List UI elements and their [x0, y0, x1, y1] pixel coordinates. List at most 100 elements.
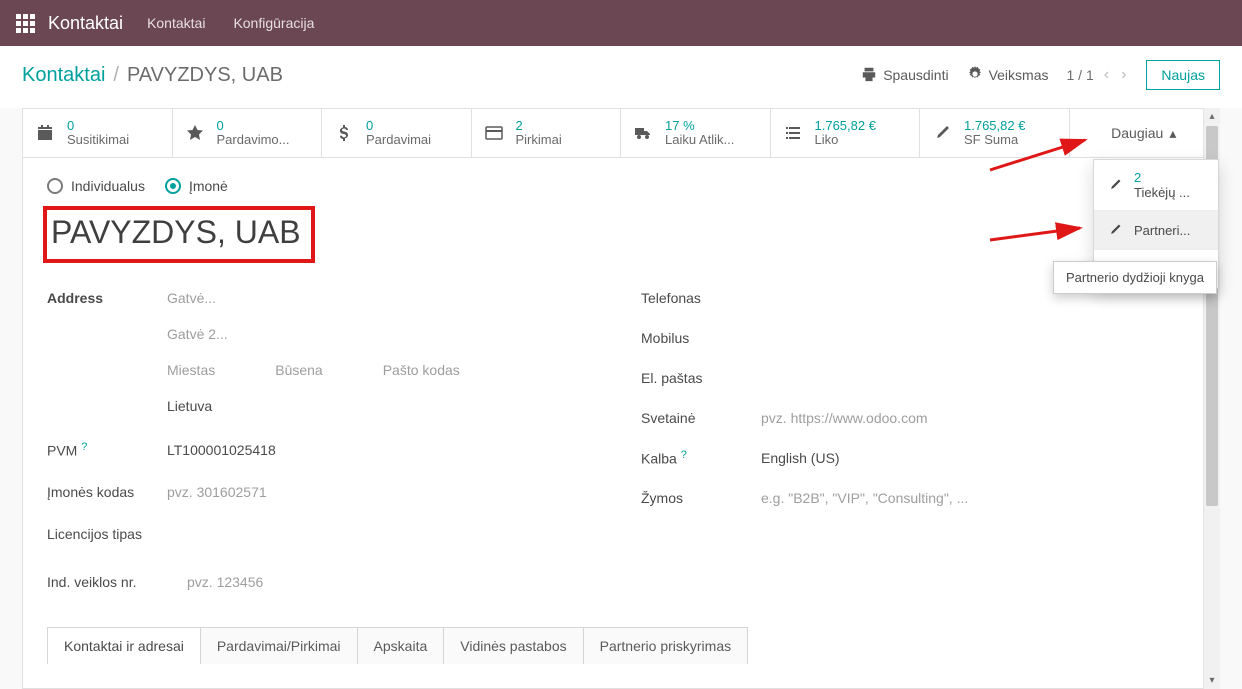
- list-icon: [781, 121, 805, 145]
- left-column: AddressGatvė... Gatvė 2... Miestas Būsena…: [47, 287, 601, 607]
- calendar-icon: [33, 121, 57, 145]
- radio-dot-icon: [165, 178, 181, 194]
- country-input[interactable]: Lietuva: [167, 398, 212, 414]
- stat-value: 2: [516, 119, 562, 133]
- license-label: Licencijos tipas: [47, 526, 187, 542]
- truck-icon: [631, 121, 655, 145]
- tab-internal-notes[interactable]: Vidinės pastabos: [443, 627, 583, 664]
- pencil-icon: [930, 121, 954, 145]
- stat-label: Pardavimai: [366, 133, 431, 147]
- card-icon: [482, 121, 506, 145]
- tab-sales-purchases[interactable]: Pardavimai/Pirkimai: [200, 627, 358, 664]
- breadcrumb-root[interactable]: Kontaktai: [22, 64, 105, 87]
- top-navbar: Kontaktai Kontaktai Konfigūracija: [0, 0, 1242, 46]
- right-column: Telefonas Mobilus El. paštas Svetainėpvz…: [641, 287, 1195, 607]
- tags-input[interactable]: e.g. "B2B", "VIP", "Consulting", ...: [761, 490, 968, 506]
- dropdown-label: Partneri...: [1134, 223, 1190, 238]
- stat-meetings[interactable]: 0Susitikimai: [23, 109, 173, 157]
- address-label: Address: [47, 290, 167, 306]
- tab-contacts[interactable]: Kontaktai ir adresai: [47, 627, 201, 664]
- dollar-icon: [332, 121, 356, 145]
- lang-input[interactable]: English (US): [761, 450, 840, 466]
- breadcrumb-current: PAVYZDYS, UAB: [127, 64, 283, 87]
- stat-label: Liko: [815, 133, 876, 147]
- stat-label: Laiku Atlik...: [665, 133, 734, 147]
- stat-opportunities[interactable]: 0Pardavimo...: [173, 109, 323, 157]
- dropdown-item-vendor-bills[interactable]: 2Tiekėjų ...: [1094, 160, 1218, 211]
- website-label: Svetainė: [641, 410, 761, 426]
- help-icon[interactable]: ?: [681, 449, 687, 461]
- tooltip: Partnerio dydžioji knyga: [1053, 261, 1217, 294]
- radio-label: Įmonė: [189, 178, 228, 194]
- radio-company[interactable]: Įmonė: [165, 178, 228, 194]
- breadcrumb-separator: /: [113, 64, 119, 87]
- stat-sales[interactable]: 0Pardavimai: [322, 109, 472, 157]
- annotation-arrow-icon: [985, 218, 1095, 248]
- print-label: Spausdinti: [883, 67, 948, 83]
- stat-label: Susitikimai: [67, 133, 129, 147]
- tab-partner-assignment[interactable]: Partnerio priskyrimas: [583, 627, 748, 664]
- help-icon[interactable]: ?: [81, 441, 87, 453]
- scroll-down-icon[interactable]: ▾: [1204, 672, 1220, 689]
- scroll-up-icon[interactable]: ▴: [1204, 108, 1220, 125]
- phone-label: Telefonas: [641, 290, 761, 306]
- caret-up-icon: ▴: [1169, 125, 1176, 142]
- dropdown-label: Tiekėjų ...: [1134, 185, 1190, 200]
- stat-value: 17 %: [665, 119, 734, 133]
- apps-launcher-icon[interactable]: [10, 8, 40, 38]
- street-input[interactable]: Gatvė...: [167, 290, 216, 306]
- street2-input[interactable]: Gatvė 2...: [167, 326, 228, 342]
- print-icon: [861, 66, 877, 85]
- company-code-label: Įmonės kodas: [47, 484, 167, 500]
- email-label: El. paštas: [641, 370, 761, 386]
- vat-label: PVM ?: [47, 441, 167, 459]
- action-button[interactable]: Veiksmas: [967, 66, 1049, 85]
- ind-label: Ind. veiklos nr.: [47, 574, 187, 590]
- control-bar: Kontaktai / PAVYZDYS, UAB Spausdinti Vei…: [0, 46, 1242, 108]
- vat-input[interactable]: LT100001025418: [167, 442, 276, 458]
- stat-value: 0: [67, 119, 129, 133]
- stat-value: 0: [366, 119, 431, 133]
- ind-input[interactable]: pvz. 123456: [187, 574, 263, 590]
- stat-label: Pirkimai: [516, 133, 562, 147]
- stat-label: Pardavimo...: [217, 133, 290, 147]
- company-name[interactable]: PAVYZDYS, UAB: [43, 206, 315, 263]
- gear-icon: [967, 66, 983, 85]
- stat-due[interactable]: 1.765,82 €Liko: [771, 109, 921, 157]
- pager-prev-icon[interactable]: ‹: [1102, 66, 1111, 84]
- stat-purchases[interactable]: 2Pirkimai: [472, 109, 622, 157]
- nav-link-kontaktai[interactable]: Kontaktai: [147, 15, 205, 31]
- radio-individual[interactable]: Individualus: [47, 178, 145, 194]
- pager-next-icon[interactable]: ›: [1119, 66, 1128, 84]
- tags-label: Žymos: [641, 490, 761, 506]
- lang-label: Kalba ?: [641, 449, 761, 467]
- mobile-label: Mobilus: [641, 330, 761, 346]
- state-input[interactable]: Būsena: [275, 362, 322, 378]
- tab-bar: Kontaktai ir adresai Pardavimai/Pirkimai…: [47, 627, 1195, 664]
- stat-value: 1.765,82 €: [815, 119, 876, 133]
- new-button[interactable]: Naujas: [1146, 60, 1220, 90]
- city-input[interactable]: Miestas: [167, 362, 215, 378]
- dropdown-item-partner-ledger[interactable]: Partneri...: [1094, 211, 1218, 250]
- breadcrumb: Kontaktai / PAVYZDYS, UAB: [22, 64, 283, 87]
- more-label: Daugiau: [1111, 125, 1163, 141]
- star-icon: [183, 121, 207, 145]
- pencil-icon: [1106, 221, 1124, 239]
- nav-link-konfiguracija[interactable]: Konfigūracija: [233, 15, 314, 31]
- radio-label: Individualus: [71, 178, 145, 194]
- action-label: Veiksmas: [989, 67, 1049, 83]
- pencil-icon: [1106, 176, 1124, 194]
- pager: 1 / 1 ‹ ›: [1067, 66, 1129, 84]
- stat-value: 0: [217, 119, 290, 133]
- website-input[interactable]: pvz. https://www.odoo.com: [761, 410, 928, 426]
- zip-input[interactable]: Pašto kodas: [383, 362, 460, 378]
- tab-accounting[interactable]: Apskaita: [357, 627, 445, 664]
- pager-text: 1 / 1: [1067, 67, 1094, 83]
- company-code-input[interactable]: pvz. 301602571: [167, 484, 267, 500]
- app-title: Kontaktai: [48, 13, 123, 34]
- dropdown-value: 2: [1134, 170, 1190, 185]
- radio-dot-icon: [47, 178, 63, 194]
- print-button[interactable]: Spausdinti: [861, 66, 948, 85]
- stat-ontime[interactable]: 17 %Laiku Atlik...: [621, 109, 771, 157]
- annotation-arrow-icon: [985, 130, 1105, 180]
